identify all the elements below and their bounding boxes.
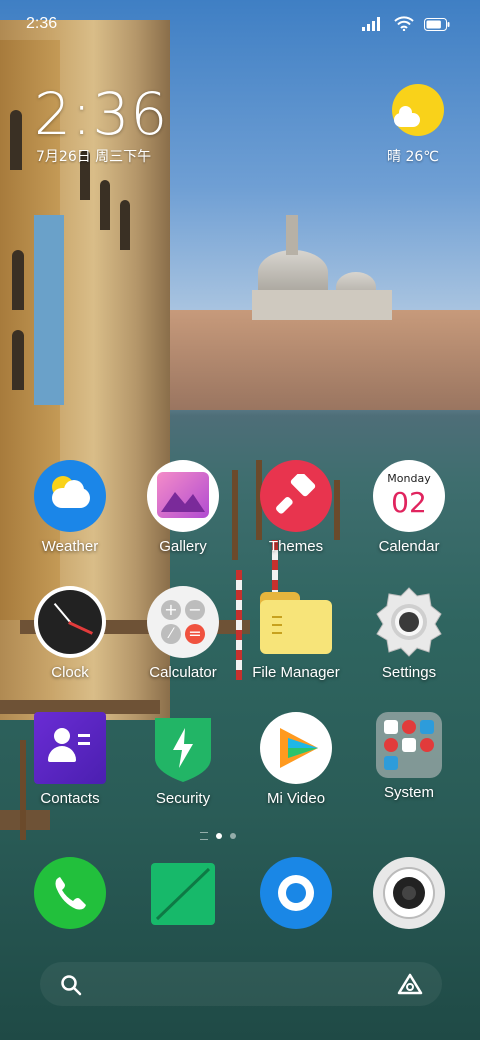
app-label: Weather [41,538,99,555]
system-folder-icon [376,712,442,778]
weather-widget-text[interactable]: 晴 26℃ [387,146,439,166]
wallpaper-tower [286,215,298,255]
wallpaper-city [170,310,480,410]
app-system-folder[interactable]: System [354,712,464,801]
calendar-day: Monday [387,472,431,485]
file-manager-icon [260,586,332,658]
phone-icon [34,857,106,929]
status-bar: 2:36 [0,0,480,50]
app-themes[interactable]: Themes [241,460,351,555]
signal-icon [362,17,380,31]
calculator-icon: + − ⁄ = [147,586,219,658]
app-clock[interactable]: Clock [15,586,125,681]
app-label: Themes [268,538,324,555]
clock-widget-time[interactable]: 2:36 [34,80,168,148]
app-label: Mi Video [266,790,326,807]
app-label: Calculator [149,664,217,681]
battery-icon [424,18,450,31]
app-label: System [383,784,434,801]
clock-icon [34,586,106,658]
themes-icon [260,460,332,532]
wallpaper-window [100,180,110,230]
wallpaper-window [10,110,22,170]
contacts-icon [34,712,106,784]
wallpaper-church [252,290,392,320]
calendar-icon: Monday 02 [373,460,445,532]
wallpaper-banner [34,215,64,405]
wallpaper-window [12,330,24,390]
list-icon [200,832,208,840]
calendar-date: 02 [391,486,427,519]
wallpaper-window [120,200,130,250]
weather-icon [34,460,106,532]
app-security[interactable]: Security [128,712,238,807]
status-icons [362,16,450,31]
app-mi-video[interactable]: Mi Video [241,712,351,807]
camera-icon [373,857,445,929]
status-time: 2:36 [26,15,58,32]
app-label: Gallery [159,538,207,555]
cloud-icon [394,106,420,127]
app-settings[interactable]: Settings [354,586,464,681]
app-calendar[interactable]: Monday 02 Calendar [354,460,464,555]
security-icon [147,712,219,784]
app-label: Clock [51,664,89,681]
mi-video-icon [260,712,332,784]
app-label: Contacts [40,790,100,807]
page-dot[interactable] [230,833,236,839]
wifi-icon [394,16,414,31]
app-gallery[interactable]: Gallery [128,460,238,555]
page-indicator [200,832,236,840]
settings-icon [373,586,445,658]
assistant-icon[interactable] [396,972,424,996]
search-bar[interactable] [40,962,442,1006]
search-icon[interactable] [60,974,82,996]
app-weather[interactable]: Weather [15,460,125,555]
dock-browser[interactable] [241,857,351,929]
app-label: File Manager [252,664,340,681]
app-calculator[interactable]: + − ⁄ = Calculator [128,586,238,681]
wallpaper-window [12,250,24,310]
app-file-manager[interactable]: File Manager [241,586,351,681]
dock-messages[interactable] [128,857,238,929]
dock-phone[interactable] [15,857,125,929]
app-label: Settings [381,664,437,681]
clock-widget-date[interactable]: 7月26日 周三下午 [36,146,151,166]
page-dot-active[interactable] [216,833,222,839]
dock-camera[interactable] [354,857,464,929]
app-label: Calendar [378,538,440,555]
browser-icon [260,857,332,929]
app-contacts[interactable]: Contacts [15,712,125,807]
app-label: Security [155,790,211,807]
gallery-icon [147,460,219,532]
wallpaper-dome [258,250,328,295]
messages-icon [147,857,219,929]
